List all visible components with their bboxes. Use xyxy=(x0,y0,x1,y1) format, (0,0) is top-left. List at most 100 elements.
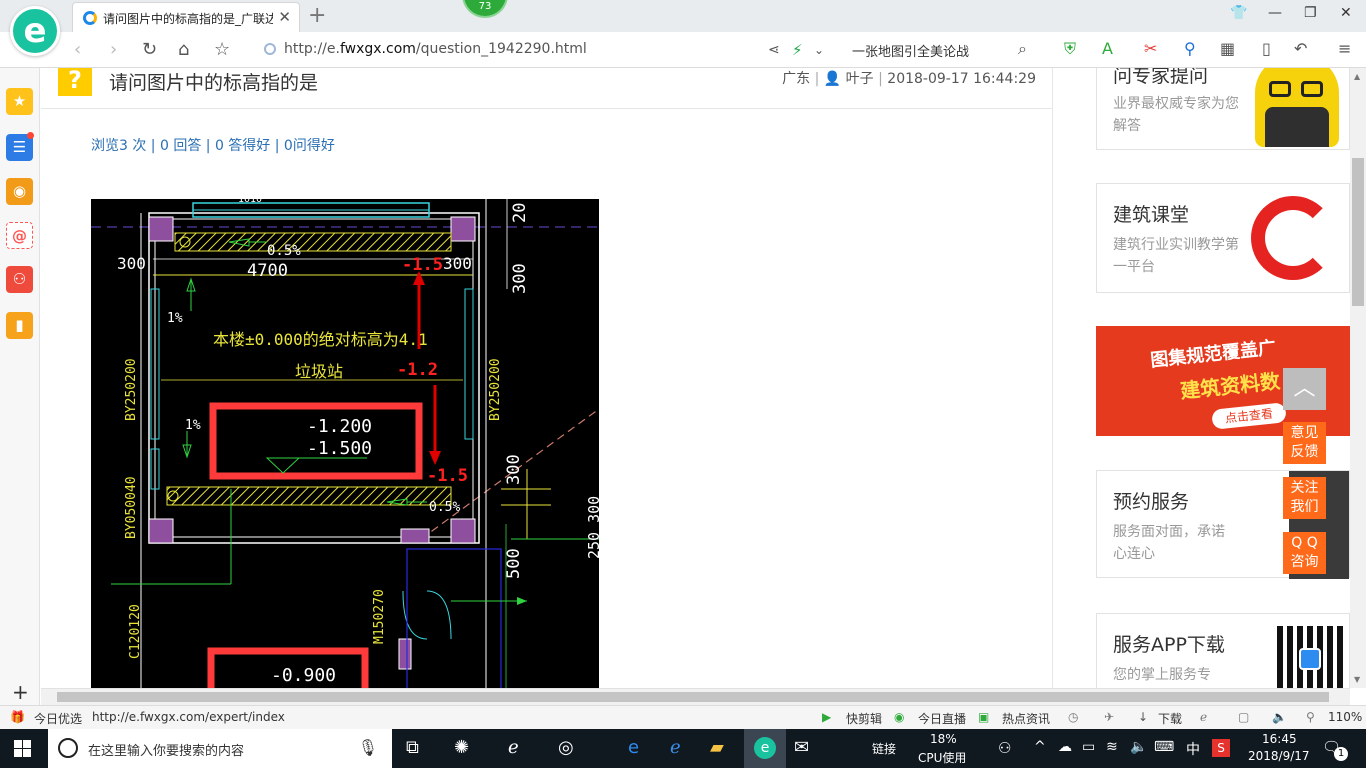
minimize-window-icon[interactable]: — xyxy=(1268,5,1282,21)
translate-icon[interactable]: A xyxy=(1102,39,1113,58)
today-live[interactable]: 今日直播 xyxy=(918,710,966,727)
microphone-icon[interactable]: 🎙 xyxy=(358,738,378,757)
menu-icon[interactable]: ≡ xyxy=(1338,39,1351,58)
taskbar-search-box[interactable]: 在这里输入你要搜索的内容 🎙 xyxy=(48,729,392,768)
pinwheel-app-icon[interactable]: ✺ xyxy=(454,737,469,758)
dropdown-chevron-icon[interactable]: ⌄ xyxy=(814,43,824,57)
horizontal-scrollbar[interactable] xyxy=(41,688,1350,705)
close-window-icon[interactable]: ✕ xyxy=(1340,5,1352,21)
hot-news[interactable]: 热点资讯 xyxy=(1002,710,1050,727)
today-picks[interactable]: 今日优选 xyxy=(34,710,82,727)
restore-window-icon[interactable]: ❐ xyxy=(1304,5,1317,21)
window-icon[interactable]: ▢ xyxy=(1238,710,1249,724)
cad-drawing-image: 4700 300 300 1010 0.5% 0.5% 1% 1% 本楼±0.0… xyxy=(91,199,599,688)
music-app-icon[interactable]: ◎ xyxy=(558,737,574,758)
browser-e-icon[interactable]: ℯ xyxy=(1200,710,1207,724)
reader-icon[interactable]: ▯ xyxy=(1262,39,1271,58)
magnifier-icon[interactable]: ⚲ xyxy=(1184,39,1196,58)
clock-date[interactable]: 2018/9/17 xyxy=(1248,749,1310,763)
cloud-icon[interactable]: ☁ xyxy=(1058,739,1072,755)
keyboard-icon[interactable]: ⌨ xyxy=(1154,739,1174,755)
horizontal-scroll-thumb[interactable] xyxy=(57,692,1329,702)
share-icon[interactable]: ⋖ xyxy=(768,42,780,58)
vertical-scrollbar[interactable]: ▲ ▼ xyxy=(1350,68,1366,688)
add-sidebar-icon[interactable]: + xyxy=(12,680,29,704)
pin-icon[interactable]: ✈ xyxy=(1104,710,1114,724)
download-icon[interactable]: ↓ xyxy=(1138,710,1148,724)
show-hidden-icons[interactable]: ^ xyxy=(1034,739,1046,755)
scissors-icon[interactable]: ✂ xyxy=(1144,39,1157,58)
cad-dim-300-left: 300 xyxy=(117,254,146,273)
banner-cta[interactable]: 点击查看 xyxy=(1211,402,1287,430)
clock-time[interactable]: 16:45 xyxy=(1262,732,1297,746)
search-icon[interactable]: ⌕ xyxy=(1018,39,1027,59)
undo-icon[interactable]: ↶ xyxy=(1294,39,1307,58)
speaker-icon[interactable]: 🔈 xyxy=(1130,739,1147,755)
forward-icon[interactable]: › xyxy=(110,39,117,60)
bookmark-star-icon[interactable]: ☆ xyxy=(214,39,230,60)
people-icon[interactable]: ⚇ xyxy=(998,739,1011,757)
reload-icon[interactable]: ↻ xyxy=(142,39,157,60)
gift-icon[interactable]: 🎁 xyxy=(10,710,25,724)
ie-browser-icon[interactable]: ℯ xyxy=(508,737,519,758)
clip-icon[interactable]: ▶ xyxy=(822,710,831,724)
live-icon[interactable]: ◉ xyxy=(894,710,904,724)
ime-indicator[interactable]: 中 xyxy=(1186,739,1200,759)
mail-icon[interactable]: ✉ xyxy=(794,737,809,758)
tab-close-icon[interactable]: ✕ xyxy=(278,8,291,26)
favorites-star-icon[interactable]: ★ xyxy=(6,88,33,115)
back-icon[interactable]: ‹ xyxy=(74,39,81,60)
zoom-icon[interactable]: ⚲ xyxy=(1306,710,1315,724)
wifi-icon[interactable]: ≋ xyxy=(1106,739,1118,755)
vertical-scroll-thumb[interactable] xyxy=(1352,158,1364,306)
task-view-icon[interactable]: ⧉ xyxy=(406,737,419,758)
search-suggestion[interactable]: 一张地图引全美论战 xyxy=(852,41,969,60)
question-author[interactable]: 叶子 xyxy=(846,71,874,87)
browser-logo-icon[interactable]: e xyxy=(10,6,60,56)
building-class-card[interactable]: 建筑课堂 建筑行业实训教学第一平台 xyxy=(1096,183,1350,293)
taskbar-search-placeholder[interactable]: 在这里输入你要搜索的内容 xyxy=(88,740,244,759)
ask-expert-card[interactable]: 问专家提问 业界最权威专家为您解答 xyxy=(1096,68,1350,150)
browser-tab[interactable]: 请问图片中的标高指的是_广联达 ✕ xyxy=(72,2,300,32)
file-explorer-icon[interactable]: ▰ xyxy=(710,737,724,758)
windows-start-icon[interactable] xyxy=(14,740,31,757)
active-browser-task[interactable]: e xyxy=(744,729,786,768)
news-icon[interactable]: ▣ xyxy=(978,710,989,724)
question-stats: 浏览3 次 | 0 回答 | 0 答得好 | 0问得好 xyxy=(91,138,335,154)
back-to-top-button[interactable]: ︿ xyxy=(1283,368,1326,410)
page-info-icon[interactable] xyxy=(264,43,276,55)
quick-clip[interactable]: 快剪辑 xyxy=(846,710,882,727)
notification-count: 1 xyxy=(1334,747,1348,761)
shield-icon[interactable]: ⛨ xyxy=(1064,39,1076,59)
speed-icon[interactable]: ⚡ xyxy=(792,41,803,59)
app-download-card[interactable]: 服务APP下载 您的掌上服务专 xyxy=(1096,613,1350,688)
email-icon[interactable]: @ xyxy=(6,222,33,249)
sogou-icon[interactable]: S xyxy=(1212,739,1230,757)
feedback-button[interactable]: 意见反馈 xyxy=(1283,422,1326,464)
battery-icon[interactable]: ▭ xyxy=(1082,739,1095,755)
notification-badge[interactable]: 73 xyxy=(462,0,508,18)
history-icon[interactable]: ◷ xyxy=(1068,710,1078,724)
weibo-icon[interactable]: ◉ xyxy=(6,178,33,205)
home-icon[interactable]: ⌂ xyxy=(178,39,189,60)
apps-grid-icon[interactable]: ▦ xyxy=(1220,39,1235,58)
edge-browser-icon[interactable]: e xyxy=(628,737,639,758)
zoom-level[interactable]: 110% xyxy=(1328,710,1362,724)
new-tab-icon[interactable]: + xyxy=(308,3,326,28)
cad-dim-4700: 4700 xyxy=(247,261,288,281)
links-toolbar[interactable]: 链接 xyxy=(872,740,896,757)
shirt-icon[interactable]: 👕 xyxy=(1230,5,1247,21)
cad-room-name: 垃圾站 xyxy=(295,362,343,381)
address-bar[interactable]: http://e.fwxgx.com/question_1942290.html xyxy=(256,38,956,62)
volume-icon[interactable]: 🔈 xyxy=(1272,710,1287,724)
qq-consult-button[interactable]: Q Q咨询 xyxy=(1283,532,1326,574)
download-label[interactable]: 下载 xyxy=(1158,710,1182,727)
cortana-icon[interactable] xyxy=(58,738,78,758)
notes-icon[interactable]: ▮ xyxy=(6,312,33,339)
follow-us-button[interactable]: 关注我们 xyxy=(1283,477,1326,519)
cad-dim-300-lower: 300 xyxy=(504,454,524,485)
card-subtitle: 建筑行业实训教学第一平台 xyxy=(1113,237,1239,275)
url-text[interactable]: http://e.fwxgx.com/question_1942290.html xyxy=(284,41,587,57)
game-icon[interactable]: ⚇ xyxy=(6,266,33,293)
internet-explorer-icon[interactable]: ℯ xyxy=(670,737,681,758)
